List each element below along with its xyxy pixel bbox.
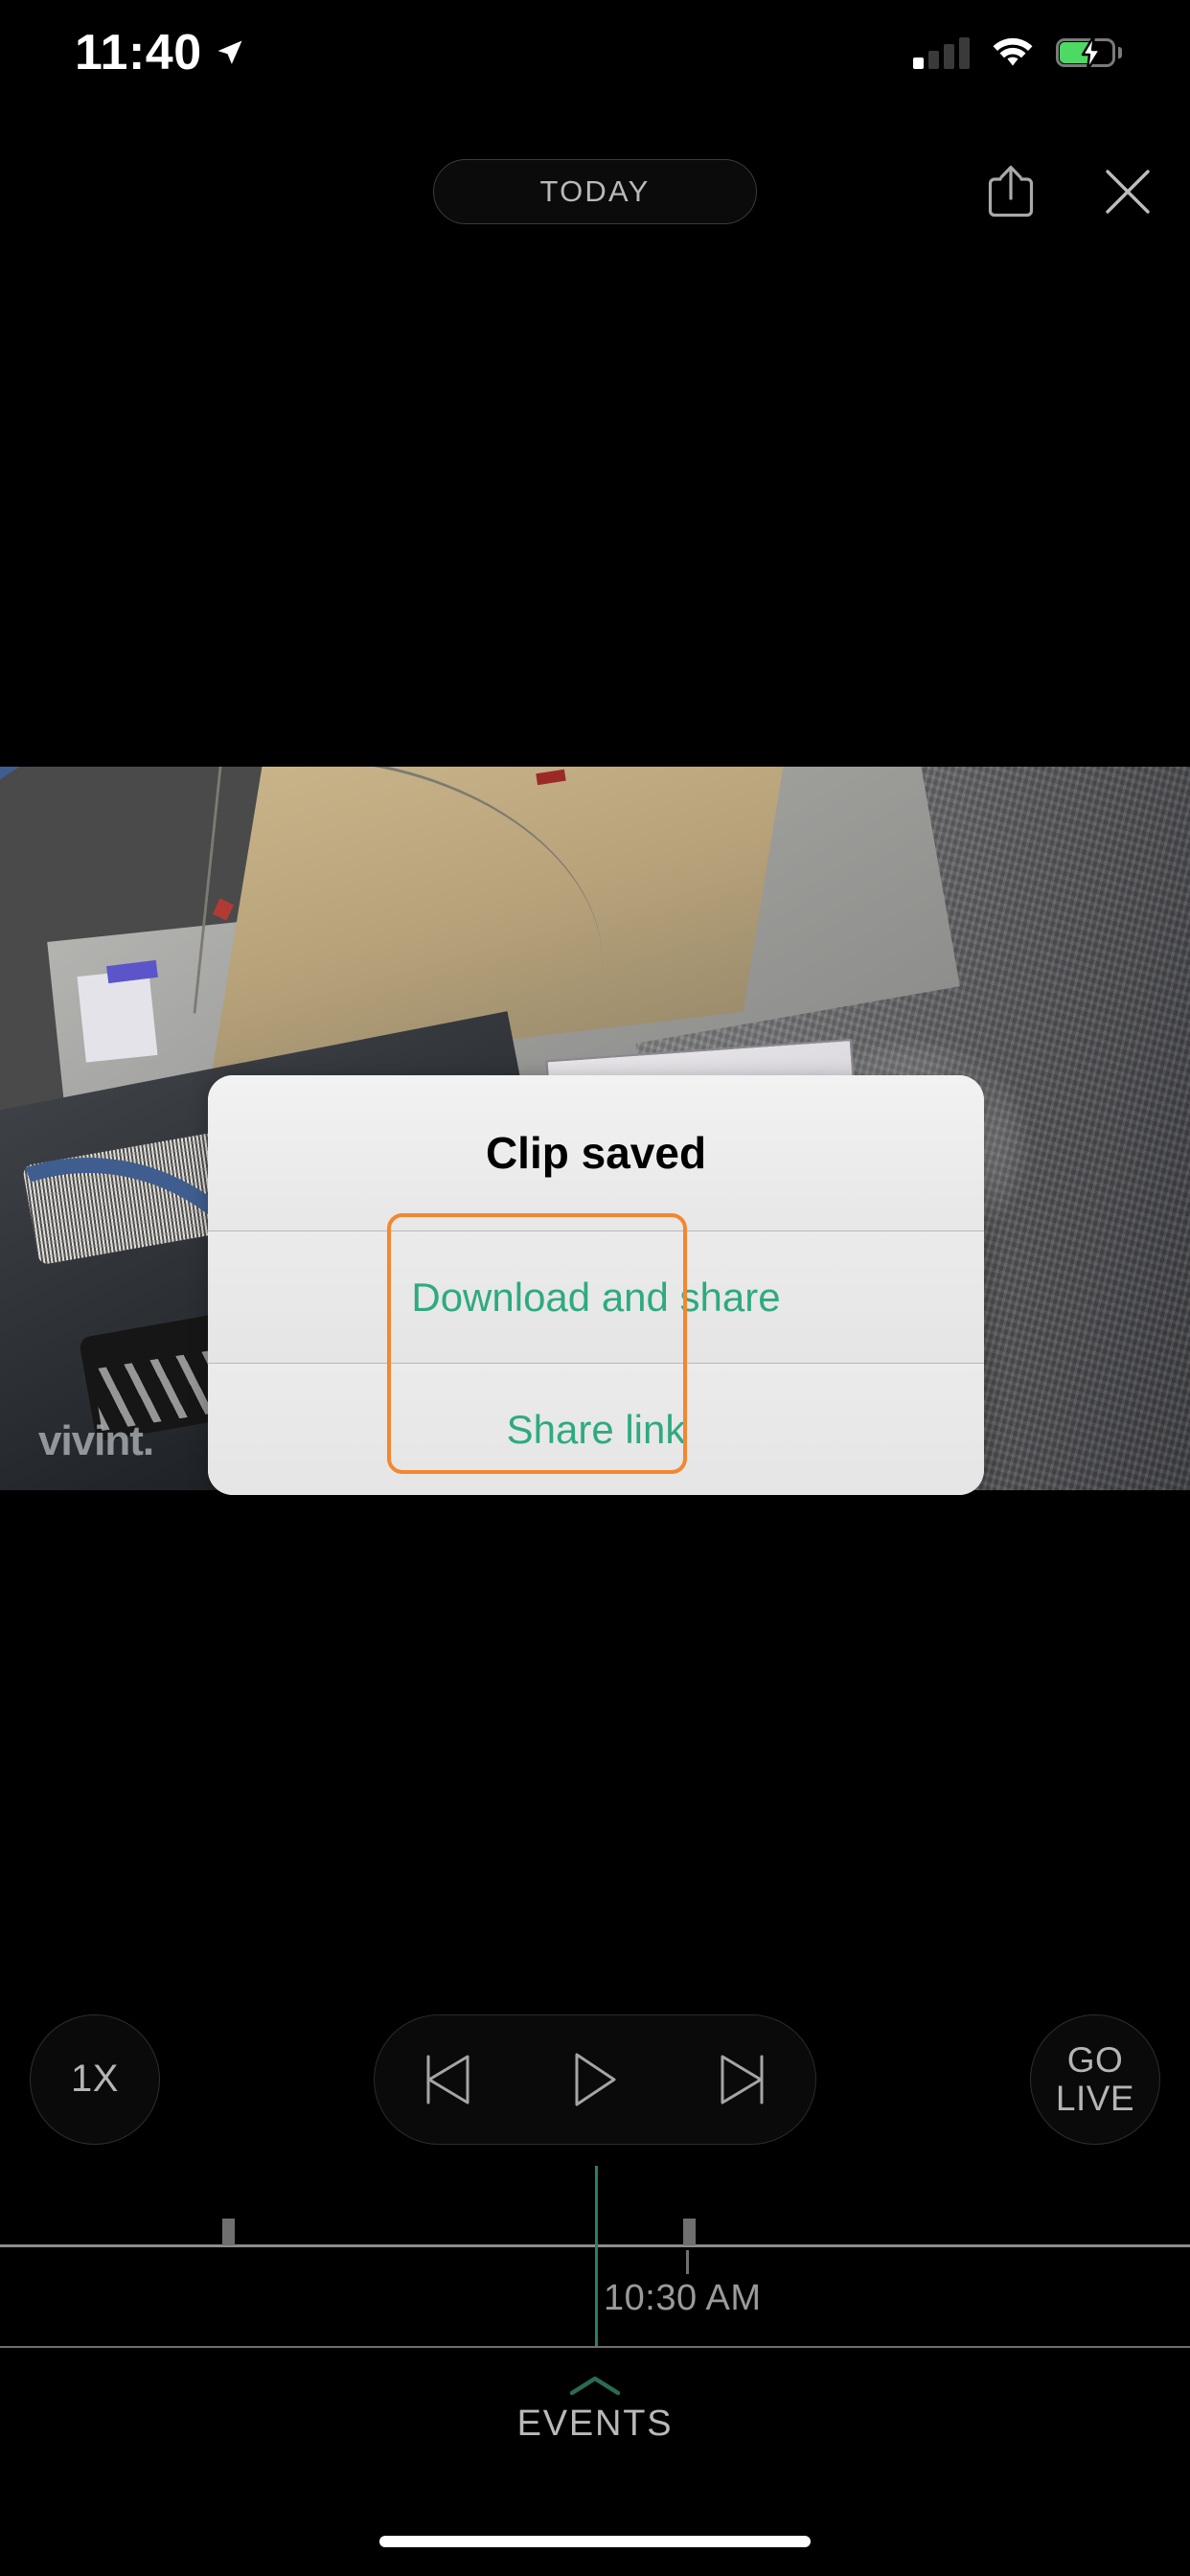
app-screen: 11:40 TODAY vivint. Clip saved Download …	[0, 0, 1190, 2576]
next-button[interactable]	[698, 2036, 786, 2124]
playback-controls: 1X GO LIVE	[0, 2014, 1190, 2145]
skip-previous-icon	[426, 2055, 469, 2104]
alert-option-download-and-share[interactable]: Download and share	[208, 1230, 984, 1363]
wifi-icon	[993, 37, 1033, 66]
alert-option-download-and-share-label: Download and share	[411, 1274, 781, 1320]
timeline-scrubber[interactable]: 10:30 AM	[0, 2147, 1190, 2348]
transport-controls-group	[374, 2014, 816, 2145]
cellular-signal-icon	[913, 36, 970, 69]
home-indicator[interactable]	[379, 2536, 811, 2547]
timeline-minor-tick	[686, 2250, 689, 2274]
go-live-label-line2: LIVE	[1055, 2079, 1135, 2118]
skip-next-icon	[721, 2055, 764, 2104]
alert-option-share-link[interactable]: Share link	[208, 1363, 984, 1495]
status-bar-left: 11:40	[75, 28, 244, 78]
playback-speed-label: 1X	[71, 2058, 119, 2101]
play-button[interactable]	[551, 2036, 639, 2124]
play-icon	[575, 2053, 616, 2106]
timeline-event-marker[interactable]	[222, 2219, 235, 2245]
status-bar: 11:40	[0, 0, 1190, 105]
status-bar-right	[913, 35, 1122, 70]
share-button[interactable]	[975, 156, 1046, 227]
alert-title: Clip saved	[485, 1128, 707, 1178]
timeline-time-label: 10:30 AM	[604, 2278, 762, 2318]
status-bar-clock: 11:40	[75, 25, 202, 80]
events-drawer-handle[interactable]: EVENTS	[0, 2346, 1190, 2469]
previous-button[interactable]	[404, 2036, 492, 2124]
close-icon	[1106, 170, 1150, 214]
charging-bolt-icon	[1081, 35, 1102, 70]
chevron-up-icon	[569, 2376, 621, 2395]
clip-saved-alert: Clip saved Download and share Share link	[208, 1075, 984, 1495]
alert-option-share-link-label: Share link	[506, 1406, 686, 1452]
close-button[interactable]	[1092, 156, 1163, 227]
timeline-event-marker[interactable]	[683, 2219, 696, 2245]
go-live-button[interactable]: GO LIVE	[1030, 2014, 1160, 2145]
share-icon	[988, 165, 1034, 218]
go-live-label-line1: GO	[1066, 2040, 1124, 2081]
vivint-watermark: vivint.	[38, 1417, 154, 1464]
date-filter-label: TODAY	[539, 174, 651, 208]
location-arrow-icon	[217, 40, 242, 64]
battery-charging-icon	[1056, 35, 1122, 70]
top-nav-bar: TODAY	[0, 144, 1190, 240]
playback-speed-button[interactable]: 1X	[30, 2014, 160, 2145]
alert-header: Clip saved	[208, 1075, 984, 1230]
date-filter-button[interactable]: TODAY	[433, 159, 757, 224]
timeline-playhead[interactable]	[595, 2166, 598, 2348]
events-drawer-label: EVENTS	[516, 2403, 674, 2444]
